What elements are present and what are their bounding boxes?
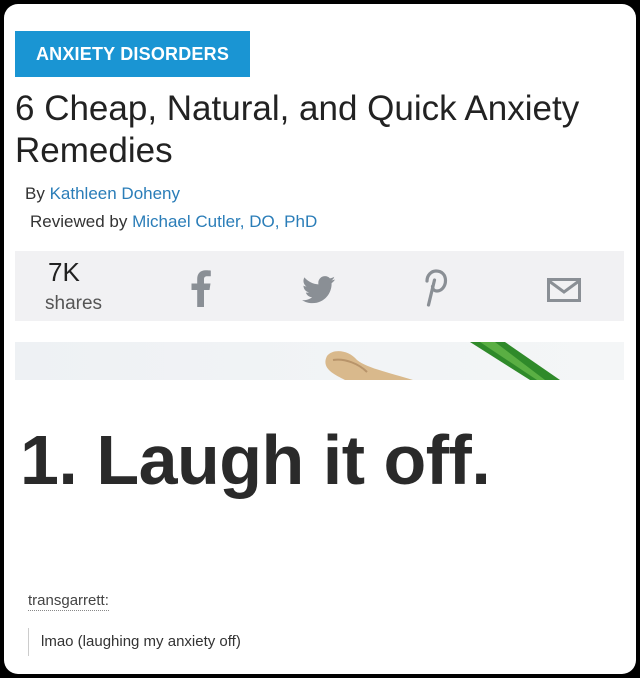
tumblr-reply-text: lmao (laughing my anxiety off) (41, 633, 241, 650)
author-link[interactable]: Kathleen Doheny (50, 184, 180, 203)
article-title: 6 Cheap, Natural, and Quick Anxiety Reme… (15, 89, 580, 170)
hero-image-graphic (325, 342, 560, 380)
pinterest-icon[interactable] (420, 268, 450, 313)
step-heading: 1. Laugh it off. (20, 421, 491, 499)
reviewed-prefix: Reviewed by (30, 212, 128, 231)
post-card: ANXIETY DISORDERS 6 Cheap, Natural, and … (4, 4, 636, 674)
reviewer-link[interactable]: Michael Cutler, DO, PhD (132, 212, 317, 231)
article-hero-image (15, 342, 624, 380)
share-bar: 7K shares (15, 251, 624, 321)
shares-count: 7K (48, 257, 80, 287)
byline: By Kathleen Doheny (25, 184, 180, 204)
tumblr-username[interactable]: transgarrett: (28, 592, 109, 611)
byline-prefix: By (25, 184, 45, 203)
category-tag[interactable]: ANXIETY DISORDERS (15, 31, 250, 77)
email-icon[interactable] (547, 278, 581, 307)
reviewed-by: Reviewed by Michael Cutler, DO, PhD (30, 212, 317, 232)
shares-label: shares (45, 293, 103, 314)
facebook-icon[interactable] (190, 269, 212, 312)
twitter-icon[interactable] (302, 276, 336, 309)
tumblr-reply: lmao (laughing my anxiety off) (28, 628, 241, 656)
